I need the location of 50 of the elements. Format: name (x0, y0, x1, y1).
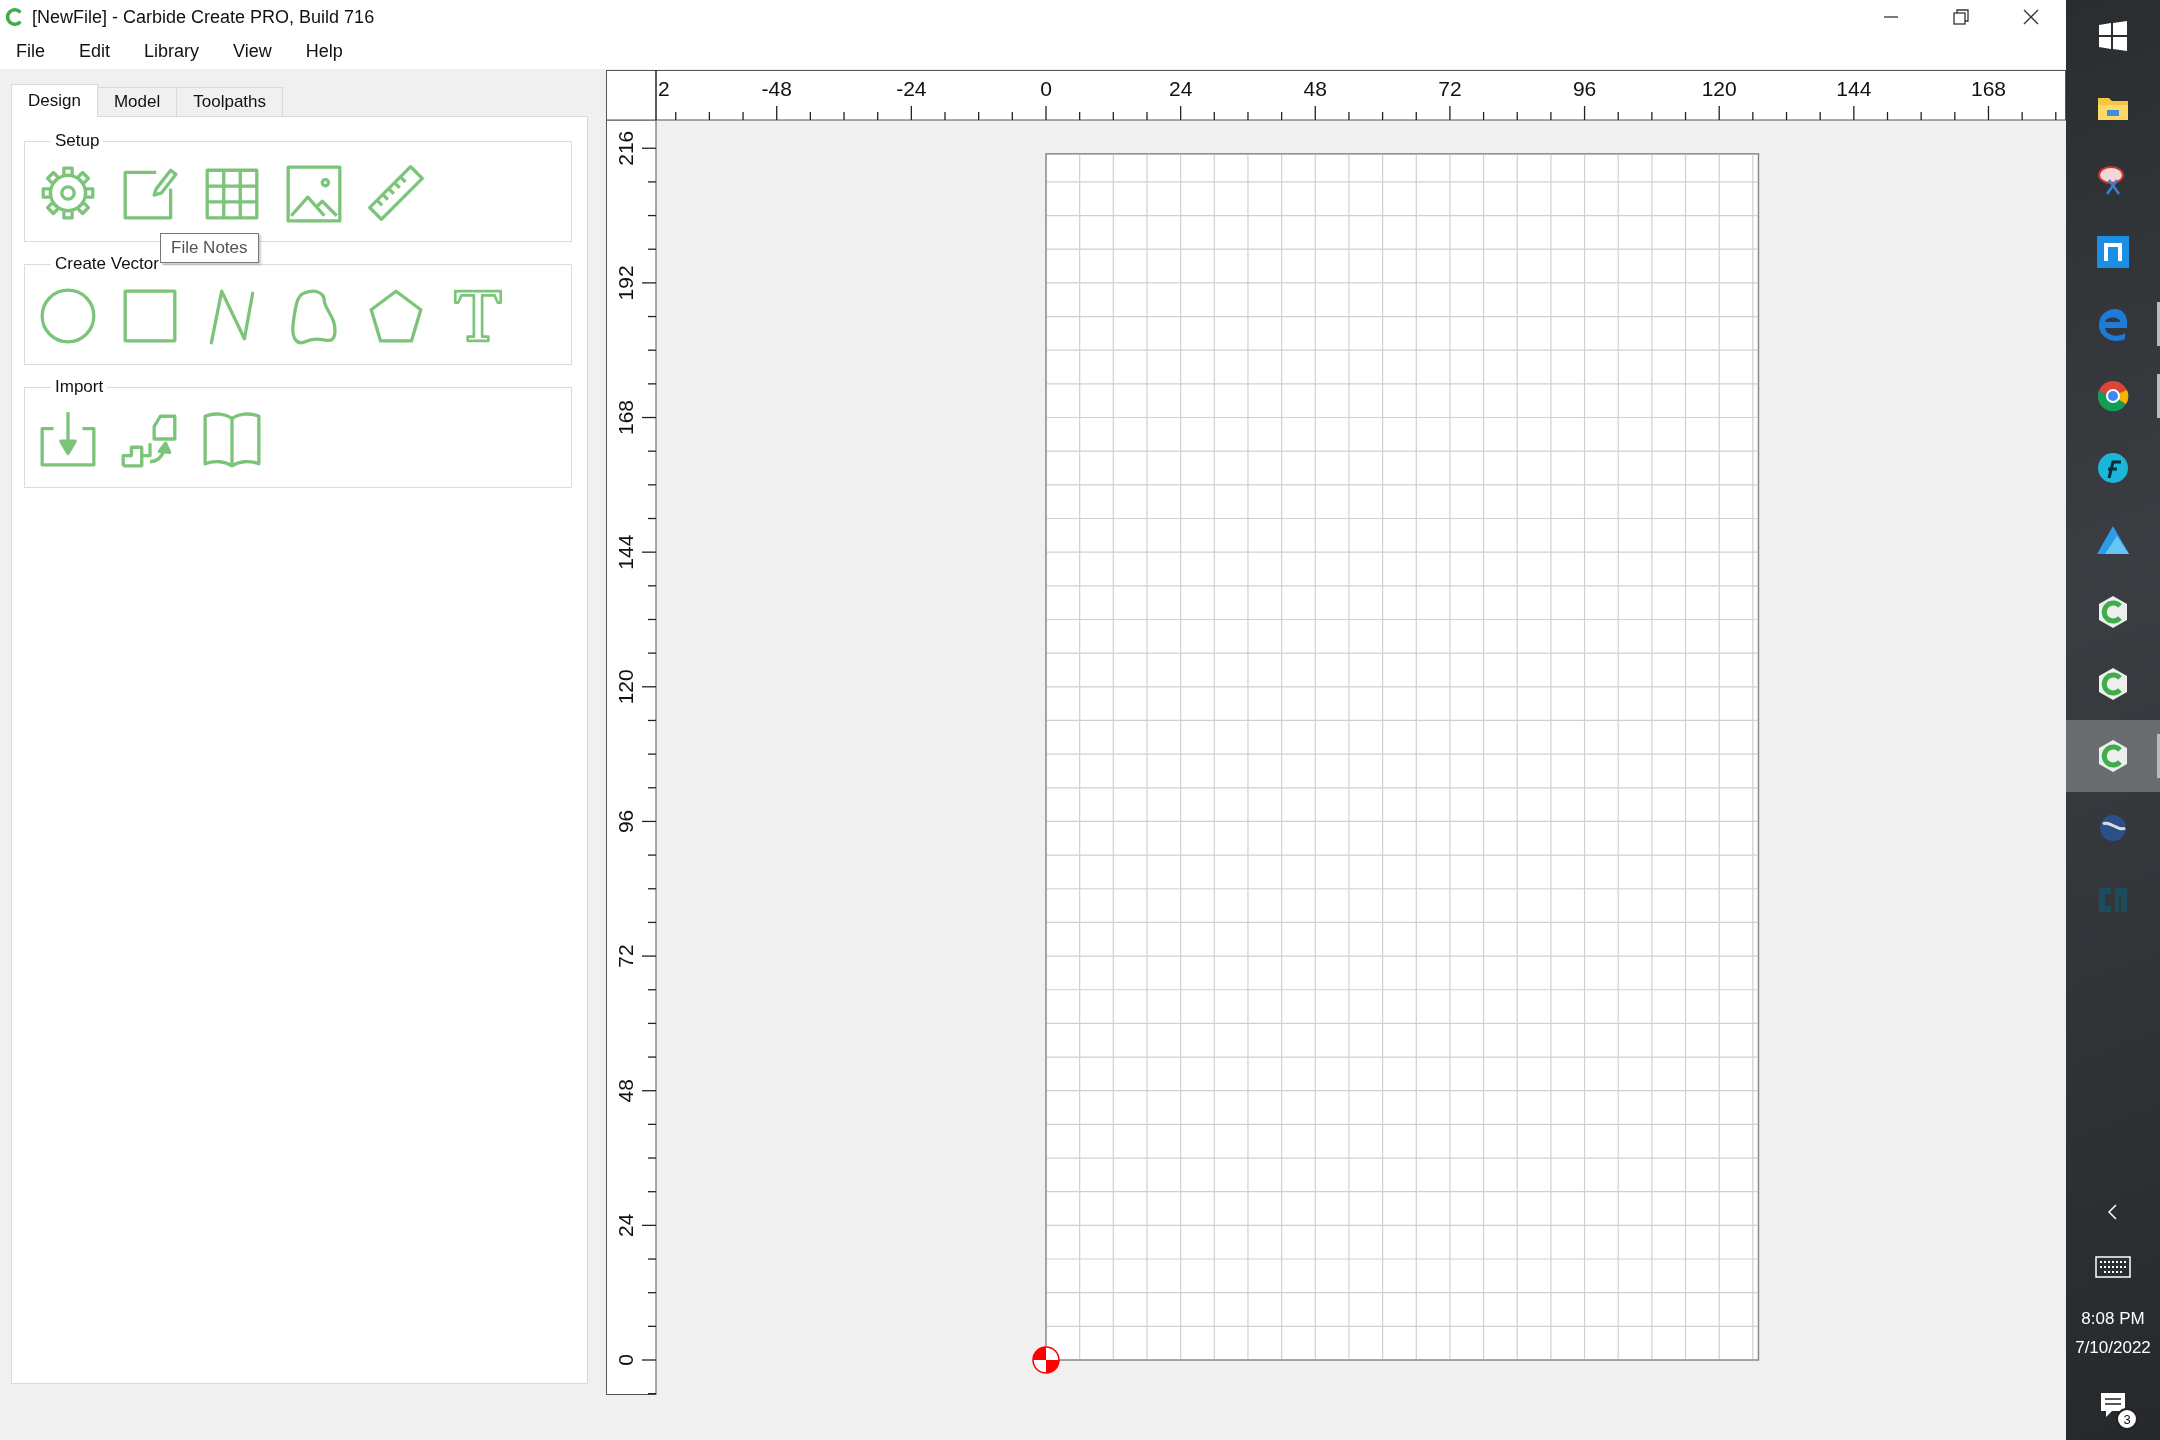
ruler-label: 96 (1572, 77, 1597, 100)
menu-item[interactable]: File (6, 39, 55, 64)
clock-date: 7/10/2022 (2075, 1337, 2151, 1359)
running-indicator (2157, 302, 2160, 346)
keyboard-icon[interactable] (2095, 1256, 2131, 1278)
ruler-label: 96 (614, 809, 637, 834)
ruler-label: 216 (614, 130, 637, 166)
browser-icon (2095, 378, 2131, 414)
app-logo-icon (6, 8, 24, 26)
ruler-label: -24 (896, 77, 927, 100)
tab[interactable]: Design (11, 84, 98, 117)
running-indicator (2157, 374, 2160, 418)
group-title: Setup (54, 131, 101, 151)
tab[interactable]: Toolpaths (176, 87, 283, 116)
ruler-label: 48 (1303, 77, 1327, 100)
ruler-label: 168 (1970, 77, 2006, 100)
ruler-label: 2 (658, 77, 670, 100)
circle-f-icon (2095, 450, 2131, 486)
window-title: [NewFile] - Carbide Create PRO, Build 716 (32, 6, 375, 28)
ruler-label: 72 (614, 944, 637, 968)
menu-item[interactable]: View (223, 39, 282, 64)
ruler-label: -48 (761, 77, 792, 100)
ruler-icon[interactable] (365, 162, 427, 224)
clock[interactable]: 8:08 PM 7/10/2022 (2075, 1304, 2151, 1362)
group-title: Import (54, 377, 105, 397)
ruler-label: 168 (614, 400, 637, 436)
ruler-label: 0 (1040, 77, 1052, 100)
group-title: Create Vector (54, 254, 160, 274)
ruler-label: 120 (1701, 77, 1737, 100)
running-indicator (2157, 734, 2160, 778)
close-icon (2021, 7, 2041, 27)
letter-n-icon (2095, 234, 2131, 270)
ruler-label: 144 (1836, 77, 1872, 100)
restore-icon (1951, 7, 1971, 27)
minimize-icon (1884, 16, 1898, 18)
ruler-label: 24 (1168, 77, 1193, 100)
ruler-label: 120 (614, 669, 637, 705)
menu-item[interactable]: Library (134, 39, 210, 64)
ruler-label: 48 (614, 1079, 637, 1103)
ruler-label: 0 (614, 1354, 637, 1366)
ruler-label: 192 (614, 265, 637, 301)
ruler-label: 144 (614, 534, 637, 570)
ruler-label: 72 (1438, 77, 1462, 100)
menu-item[interactable]: Edit (69, 39, 121, 64)
clock-time: 8:08 PM (2081, 1308, 2145, 1330)
menu-item[interactable]: Help (295, 39, 353, 64)
tooltip: File Notes (160, 233, 259, 263)
notification-count: 3 (2116, 1408, 2138, 1430)
origin-marker-icon (1032, 1346, 1060, 1374)
ruler-label: 24 (614, 1213, 637, 1238)
